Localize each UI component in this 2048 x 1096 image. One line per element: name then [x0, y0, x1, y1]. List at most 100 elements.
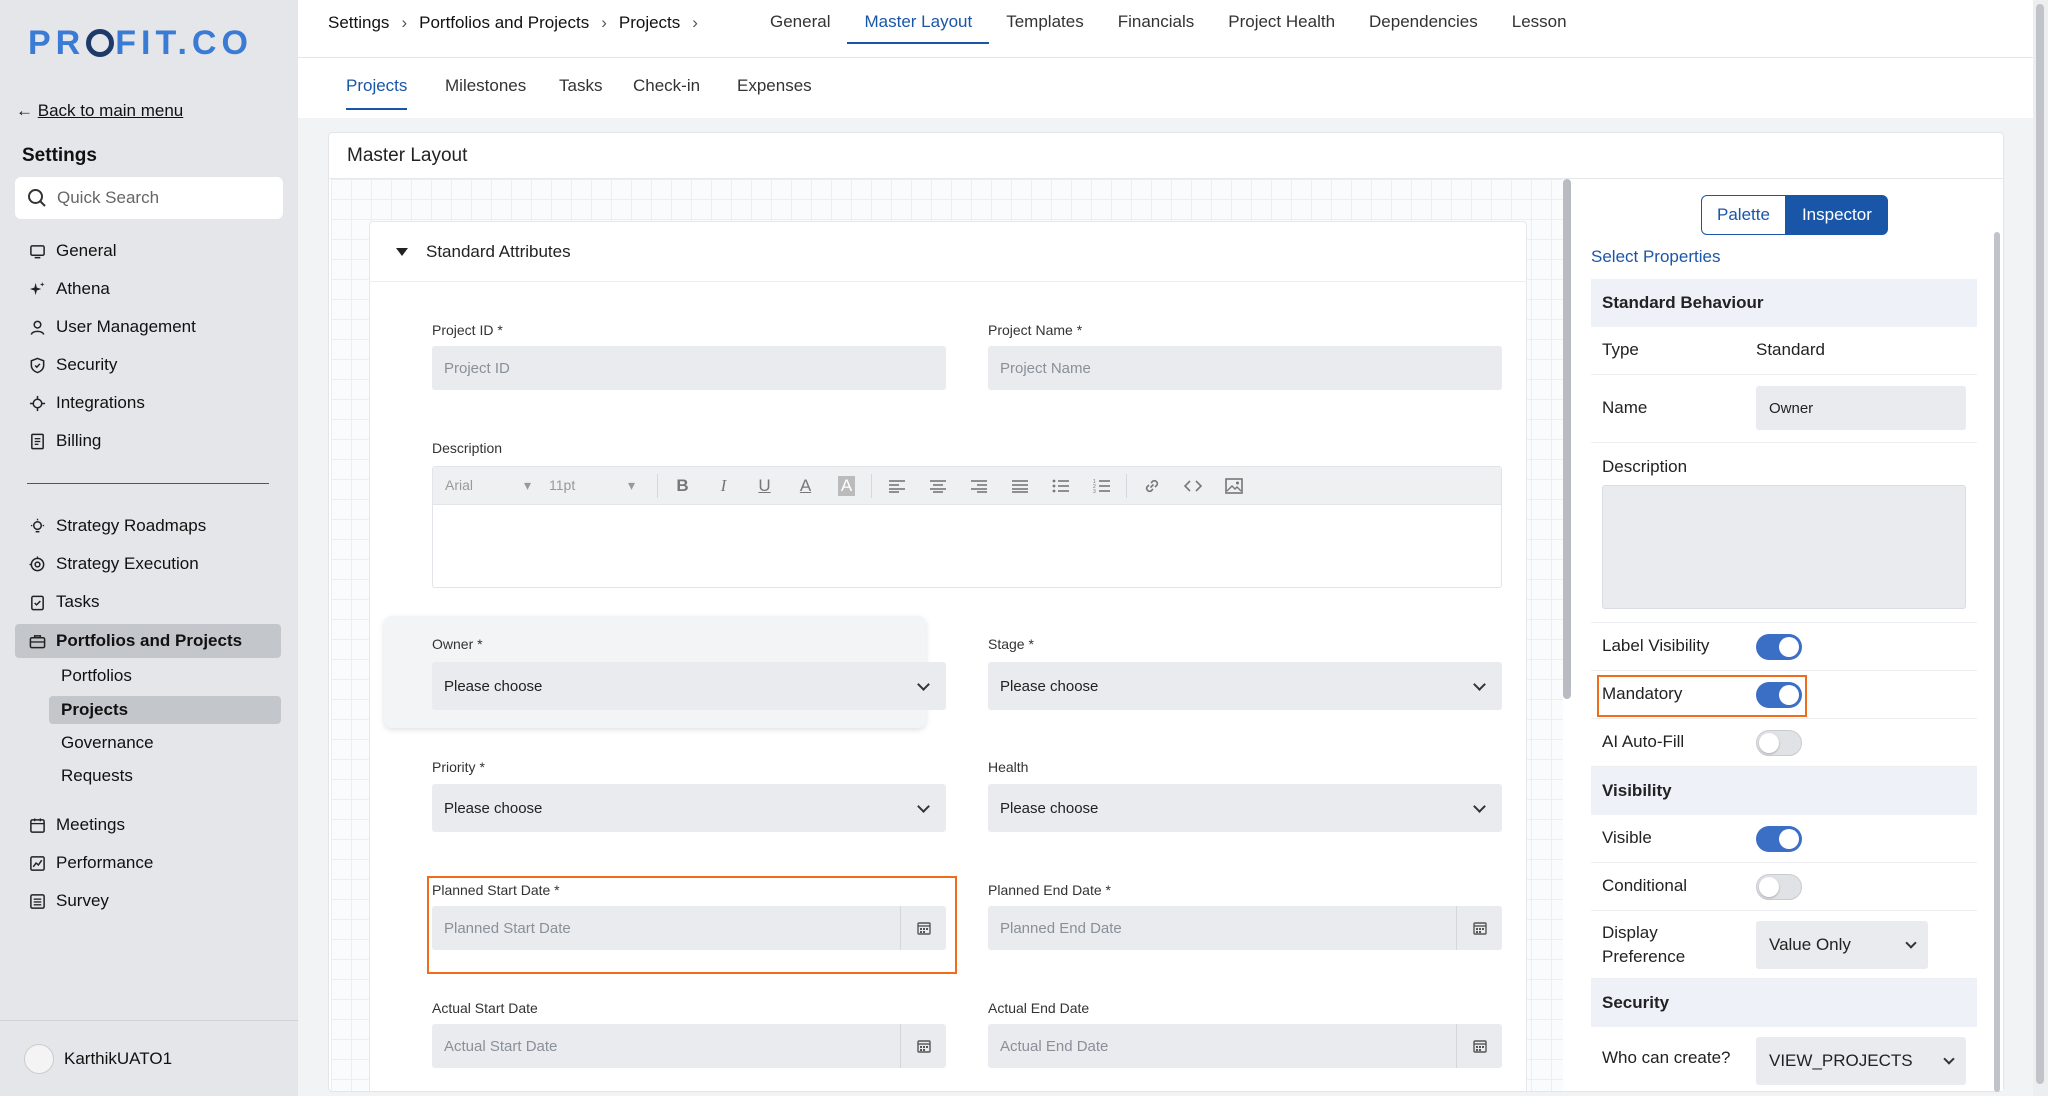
- tab-financials[interactable]: Financials: [1101, 12, 1212, 44]
- sidebar-subitem-projects[interactable]: Projects: [49, 696, 281, 724]
- name-field[interactable]: Owner: [1756, 386, 1966, 430]
- sidebar-subitem-requests[interactable]: Requests: [49, 762, 281, 790]
- breadcrumb-projects[interactable]: Projects: [619, 13, 680, 33]
- sidebar-item-security[interactable]: Security: [15, 348, 281, 382]
- subtab-tasks[interactable]: Tasks: [559, 76, 602, 96]
- inspector-scrollbar[interactable]: [1994, 232, 2000, 1092]
- palette-button[interactable]: Palette: [1701, 195, 1786, 235]
- who-can-create-select[interactable]: VIEW_PROJECTS: [1756, 1037, 1966, 1085]
- actual-start-date-field[interactable]: Actual Start Date: [432, 1024, 946, 1068]
- quick-search-box[interactable]: [15, 177, 283, 219]
- description-textarea[interactable]: [1602, 485, 1966, 609]
- planned-end-date-field[interactable]: Planned End Date: [988, 906, 1502, 950]
- actual-end-date-field[interactable]: Actual End Date: [988, 1024, 1502, 1068]
- profit-co-logo[interactable]: PR FIT.CO: [28, 24, 253, 63]
- tab-lesson[interactable]: Lesson: [1495, 12, 1584, 44]
- description-row: Description: [1591, 443, 1977, 623]
- user-profile[interactable]: KarthikUATO1: [0, 1020, 298, 1096]
- sidebar-subitem-governance[interactable]: Governance: [49, 729, 281, 757]
- image-icon[interactable]: [1213, 471, 1254, 501]
- canvas-scrollbar[interactable]: [1563, 179, 1571, 699]
- sidebar-item-strategy-execution[interactable]: Strategy Execution: [15, 547, 281, 581]
- conditional-toggle[interactable]: [1756, 874, 1802, 900]
- highlight-icon[interactable]: A: [826, 471, 867, 501]
- bullet-list-icon[interactable]: [1040, 471, 1081, 501]
- back-to-main-menu-link[interactable]: ← Back to main menu: [16, 101, 183, 121]
- health-select[interactable]: Please choose: [988, 784, 1502, 832]
- breadcrumb-settings[interactable]: Settings: [328, 13, 389, 33]
- bold-icon[interactable]: B: [662, 471, 703, 501]
- font-size-select[interactable]: 11pt ▾: [549, 477, 653, 494]
- calendar-icon[interactable]: [1456, 906, 1502, 950]
- list-icon: [30, 893, 45, 909]
- subtab-expenses[interactable]: Expenses: [737, 76, 812, 96]
- code-icon[interactable]: [1172, 471, 1213, 501]
- label-visibility-toggle[interactable]: [1756, 634, 1802, 660]
- type-row: Type Standard: [1591, 327, 1977, 375]
- planned-start-date-field[interactable]: Planned Start Date: [432, 906, 946, 950]
- justify-icon[interactable]: [999, 471, 1040, 501]
- page-scrollbar[interactable]: [2033, 0, 2048, 1096]
- visible-toggle[interactable]: [1756, 826, 1802, 852]
- sidebar-item-portfolios-and-projects[interactable]: Portfolios and Projects: [15, 624, 281, 658]
- sidebar-item-performance[interactable]: Performance: [15, 846, 281, 880]
- conditional-row: Conditional: [1591, 863, 1977, 911]
- italic-icon[interactable]: I: [703, 471, 744, 501]
- select-properties-link[interactable]: Select Properties: [1591, 247, 1720, 267]
- align-center-icon[interactable]: [917, 471, 958, 501]
- sidebar-item-billing[interactable]: Billing: [15, 424, 281, 458]
- link-icon[interactable]: [1131, 471, 1172, 501]
- breadcrumb-portfolios-and-projects[interactable]: Portfolios and Projects: [419, 13, 589, 33]
- editor-toolbar: Arial ▾ 11pt ▾ B I U A A 1 2 3: [433, 467, 1501, 505]
- subtab-projects[interactable]: Projects: [346, 76, 408, 110]
- integration-icon: [29, 395, 46, 411]
- breadcrumb: Settings › Portfolios and Projects › Pro…: [328, 13, 698, 33]
- sidebar-item-general[interactable]: General: [15, 234, 281, 268]
- inspector-button[interactable]: Inspector: [1785, 195, 1888, 235]
- stage-select[interactable]: Please choose: [988, 662, 1502, 710]
- tab-project-health[interactable]: Project Health: [1211, 12, 1352, 44]
- priority-select[interactable]: Please choose: [432, 784, 946, 832]
- description-editor[interactable]: Arial ▾ 11pt ▾ B I U A A 1 2 3: [432, 466, 1502, 588]
- sidebar-title: Settings: [22, 145, 97, 166]
- tab-general[interactable]: General: [753, 12, 847, 44]
- bulb-icon: [30, 518, 45, 532]
- sidebar-item-tasks[interactable]: Tasks: [15, 585, 281, 619]
- project-name-field[interactable]: Project Name: [988, 346, 1502, 390]
- align-left-icon[interactable]: [876, 471, 917, 501]
- numbered-list-icon[interactable]: 123: [1081, 471, 1122, 501]
- tab-dependencies[interactable]: Dependencies: [1352, 12, 1495, 44]
- planned-start-label: Planned Start Date *: [432, 882, 560, 898]
- layout-canvas[interactable]: Standard Attributes Project ID * Project…: [331, 179, 1563, 1091]
- sidebar-item-user-management[interactable]: User Management: [15, 310, 281, 344]
- sidebar-item-survey[interactable]: Survey: [15, 884, 281, 918]
- owner-select[interactable]: Please choose: [432, 662, 946, 710]
- tab-templates[interactable]: Templates: [989, 12, 1100, 44]
- master-layout-panel: Master Layout Standard Attributes Projec…: [328, 132, 2004, 1092]
- chevron-down-icon: [917, 799, 930, 813]
- sidebar-item-meetings[interactable]: Meetings: [15, 808, 281, 842]
- calendar-icon[interactable]: [900, 1024, 946, 1068]
- ai-autofill-toggle[interactable]: [1756, 730, 1802, 756]
- calendar-icon[interactable]: [1456, 1024, 1502, 1068]
- subtab-check-in[interactable]: Check-in: [633, 76, 700, 96]
- sidebar-subitem-portfolios[interactable]: Portfolios: [49, 662, 281, 690]
- tab-master-layout[interactable]: Master Layout: [847, 12, 990, 44]
- font-family-select[interactable]: Arial ▾: [445, 477, 549, 494]
- actual-end-label: Actual End Date: [988, 1000, 1090, 1016]
- subtab-milestones[interactable]: Milestones: [445, 76, 526, 96]
- font-color-icon[interactable]: A: [785, 471, 826, 501]
- sidebar-item-integrations[interactable]: Integrations: [15, 386, 281, 420]
- calendar-icon[interactable]: [900, 906, 946, 950]
- align-right-icon[interactable]: [958, 471, 999, 501]
- breadcrumb-separator: ›: [601, 13, 607, 32]
- project-id-field[interactable]: Project ID: [432, 346, 946, 390]
- section-header[interactable]: Standard Attributes: [370, 222, 1526, 282]
- underline-icon[interactable]: U: [744, 471, 785, 501]
- label-visibility-row: Label Visibility: [1591, 623, 1977, 671]
- display-preference-select[interactable]: Value Only: [1756, 921, 1928, 969]
- quick-search-input[interactable]: [57, 188, 277, 208]
- sidebar-item-athena[interactable]: Athena: [15, 272, 281, 306]
- user-icon: [30, 320, 45, 335]
- sidebar-item-strategy-roadmaps[interactable]: Strategy Roadmaps: [15, 509, 281, 543]
